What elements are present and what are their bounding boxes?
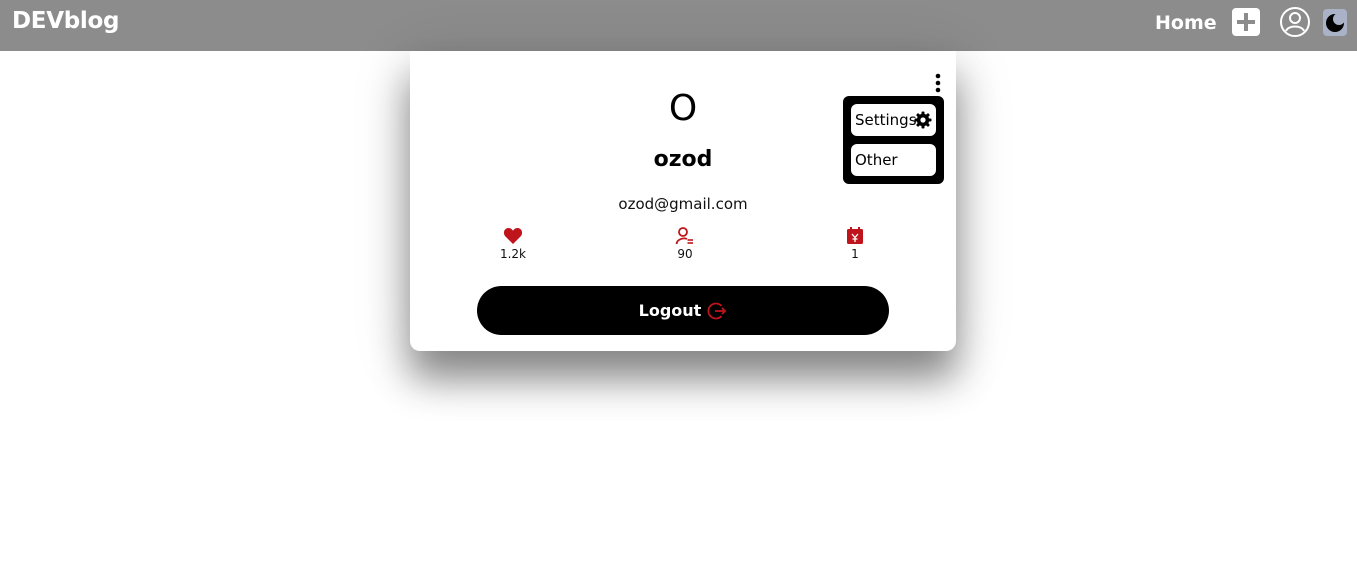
brand-logo[interactable]: DEVblog [12,8,119,34]
menu-item-other[interactable]: Other [851,144,936,176]
add-post-button[interactable] [1232,8,1260,36]
moon-icon [1326,13,1345,32]
menu-item-settings-label: Settings [855,111,917,129]
stat-followers-value: 90 [677,247,693,261]
stat-likes: 1.2k [483,227,543,261]
plus-icon [1237,13,1255,31]
profile-email: ozod@gmail.com [618,195,748,213]
logout-icon [707,302,727,319]
profile-card: O ozod ozod@gmail.com 1.2k 90 1 Logout S… [410,51,956,351]
stat-followers: 90 [655,227,715,261]
gear-icon [914,111,932,129]
top-navbar: DEVblog Home [0,0,1357,51]
profile-menu-dropdown: Settings Other [843,96,944,184]
heart-icon [503,228,523,244]
menu-item-other-label: Other [855,151,898,169]
nav-home-link[interactable]: Home [1155,12,1217,34]
menu-item-settings[interactable]: Settings [851,104,936,136]
profile-button[interactable] [1279,6,1311,38]
kebab-menu-icon[interactable] [934,73,942,95]
calendar-icon [847,227,863,244]
stat-likes-value: 1.2k [499,247,527,261]
logout-button[interactable]: Logout [477,286,889,335]
stat-posts-value: 1 [851,247,859,261]
followers-icon [675,227,693,245]
logout-label: Logout [638,301,702,320]
user-circle-icon [1280,7,1310,37]
stat-posts: 1 [825,227,885,261]
theme-toggle-button[interactable] [1323,9,1347,36]
